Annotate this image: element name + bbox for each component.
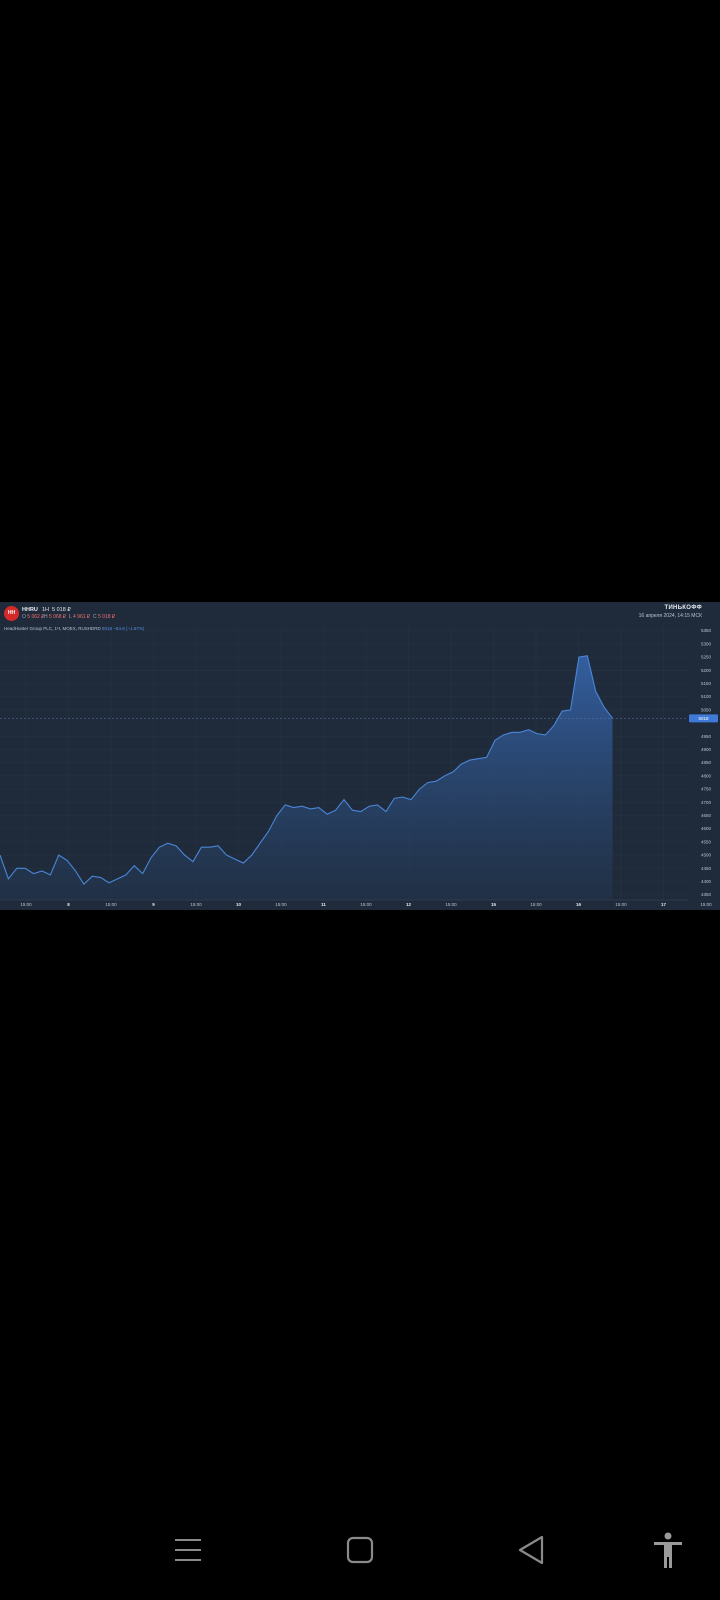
y-tick-label: 4700: [701, 800, 712, 805]
y-tick-label: 5200: [701, 668, 712, 673]
ohlc-high: H 5 068 ₽: [44, 614, 67, 620]
price-area: [0, 655, 613, 900]
price-chart[interactable]: 5350 5300 5250 5200 5150 5100 5050 4950 4900 4850…: [0, 602, 720, 910]
x-tick-label: 9: [152, 902, 155, 907]
y-tick-label: 4600: [701, 826, 712, 831]
x-tick-label: 15:00: [615, 902, 627, 907]
y-tick-label: 5250: [701, 655, 712, 660]
y-tick-label: 5300: [701, 641, 712, 646]
x-tick-label: 15:00: [190, 902, 202, 907]
y-tick-label: 5100: [701, 694, 712, 699]
y-tick-label: 4900: [701, 747, 712, 752]
chart-panel[interactable]: 5350 5300 5250 5200 5150 5100 5050 4950 4900 4850…: [0, 602, 720, 910]
y-tick-label: 4450: [701, 866, 712, 871]
y-tick-label: 4800: [701, 773, 712, 778]
system-nav-bar: [0, 1500, 720, 1600]
x-tick-label: 15:00: [530, 902, 542, 907]
x-tick-label: 15:00: [20, 902, 32, 907]
back-button[interactable]: [512, 1530, 552, 1570]
x-tick-label: 11: [321, 902, 326, 907]
x-tick-label: 15:00: [700, 902, 712, 907]
back-triangle-icon: [518, 1535, 544, 1565]
accessibility-button[interactable]: [648, 1530, 688, 1570]
ticker-symbol[interactable]: HHRU: [22, 607, 38, 613]
y-tick-label: 4550: [701, 839, 712, 844]
menu-icon: [175, 1539, 201, 1561]
x-tick-label: 15: [491, 902, 497, 907]
y-tick-label: 4650: [701, 813, 712, 818]
timeframe-label[interactable]: 1Н: [42, 607, 49, 613]
x-tick-label: 16: [576, 902, 582, 907]
ohlc-close: C 5 018 ₽: [93, 614, 116, 620]
last-price: 5 018 ₽: [52, 607, 71, 613]
x-tick-label: 15:00: [445, 902, 457, 907]
x-axis: 15:00 8 15:00 9 15:00 10 15:00 11 15:00 12 15:00 15…: [0, 899, 712, 907]
x-tick-label: 15:00: [275, 902, 287, 907]
home-square-icon: [346, 1536, 374, 1564]
ohlc-low: L 4 961 ₽: [69, 614, 91, 620]
x-tick-label: 12: [406, 902, 412, 907]
menu-button[interactable]: [168, 1530, 208, 1570]
y-axis: 5350 5300 5250 5200 5150 5100 5050 4950 4900 4850…: [701, 628, 712, 897]
x-tick-label: 10: [236, 902, 242, 907]
x-tick-label: 15:00: [105, 902, 117, 907]
y-tick-label: 5050: [701, 707, 712, 712]
y-tick-label: 4400: [701, 879, 712, 884]
y-tick-label: 5350: [701, 628, 712, 633]
x-tick-label: 8: [67, 902, 70, 907]
last-price-tag-text: 5018: [698, 716, 709, 721]
ohlc-open: O 5 062 ₽: [22, 614, 45, 620]
chart-datestamp: 16 апреля 2024, 14:15 МСК: [638, 613, 702, 619]
ticker-logo-badge: HH: [4, 606, 19, 621]
y-tick-label: 4950: [701, 734, 712, 739]
home-button[interactable]: [340, 1530, 380, 1570]
y-tick-label: 4350: [701, 892, 712, 897]
accessibility-icon: [654, 1532, 682, 1568]
brand-logo: ТИНЬКОФФ: [664, 605, 702, 611]
x-tick-label: 15:00: [360, 902, 372, 907]
y-tick-label: 4750: [701, 787, 712, 792]
y-tick-label: 5150: [701, 681, 712, 686]
y-tick-label: 4500: [701, 853, 712, 858]
y-tick-label: 4850: [701, 760, 712, 765]
instrument-subtitle: HeadHunter Group PLC, 1Ч, MOEX, RUSHDRD …: [4, 626, 145, 631]
x-tick-label: 17: [661, 902, 667, 907]
